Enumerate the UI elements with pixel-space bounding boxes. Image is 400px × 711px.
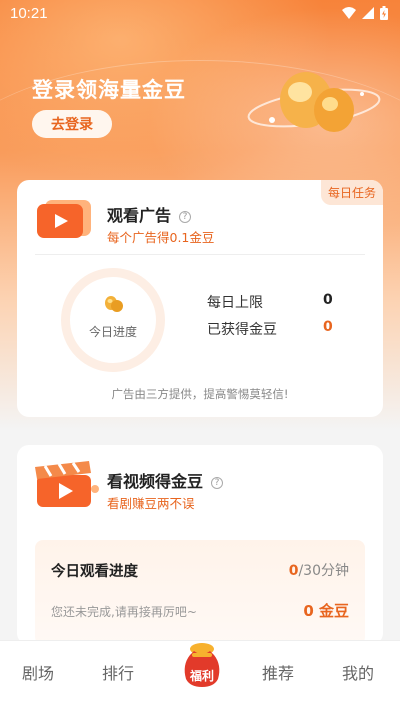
daily-limit-value: 0 bbox=[323, 292, 333, 308]
watch-ad-card: 每日任务 观看广告? 每个广告得0.1金豆 今日进度 每日上限 0 已获得金豆 … bbox=[17, 180, 383, 417]
ad-disclaimer: 广告由三方提供，提高警惕莫轻信! bbox=[111, 387, 289, 401]
gold-bean-icon bbox=[247, 72, 381, 132]
video-card-title: 看视频得金豆 bbox=[107, 472, 204, 491]
tab-ranking[interactable]: 排行 bbox=[102, 660, 134, 684]
help-icon[interactable]: ? bbox=[179, 210, 192, 223]
watch-progress-box: 今日观看进度 0/30分钟 您还未完成,请再接再厉吧~ 0 金豆 bbox=[35, 540, 365, 645]
video-clapper-icon bbox=[35, 461, 99, 507]
ad-card-title: 观看广告 bbox=[107, 206, 172, 225]
tab-welfare-label: 福利 bbox=[189, 669, 214, 683]
gold-bean-icon bbox=[105, 296, 123, 312]
ad-card-subtitle: 每个广告得0.1金豆 bbox=[107, 230, 215, 245]
tab-welfare[interactable]: 福利 bbox=[180, 641, 224, 689]
watch-progress-title: 今日观看进度 bbox=[51, 564, 138, 580]
daily-limit-label: 每日上限 bbox=[207, 295, 263, 311]
divider bbox=[35, 254, 365, 255]
ad-play-icon bbox=[37, 200, 91, 238]
tab-mine[interactable]: 我的 bbox=[342, 660, 374, 684]
total-minutes: /30分钟 bbox=[298, 563, 349, 579]
watched-minutes: 0 bbox=[288, 563, 299, 579]
tab-theater[interactable]: 剧场 bbox=[22, 660, 54, 684]
bottom-tab-bar: 剧场 排行 福利 推荐 我的 bbox=[0, 640, 400, 711]
earned-beans-value: 0 bbox=[323, 319, 333, 335]
wifi-icon bbox=[342, 7, 356, 19]
today-progress-ring: 今日进度 bbox=[61, 268, 165, 372]
status-time: 10:21 bbox=[10, 5, 48, 22]
signal-icon bbox=[362, 7, 374, 19]
status-bar: 10:21 bbox=[0, 0, 400, 28]
watch-progress-count: 0/30分钟 bbox=[289, 560, 349, 580]
progress-label: 今日进度 bbox=[88, 325, 137, 339]
login-promo-title: 登录领海量金豆 bbox=[32, 78, 186, 102]
watch-beans-earned: 0 金豆 bbox=[303, 602, 349, 620]
daily-task-tag: 每日任务 bbox=[320, 180, 383, 205]
video-card-subtitle: 看剧赚豆两不误 bbox=[107, 496, 195, 511]
watch-video-card: 看视频得金豆? 看剧赚豆两不误 今日观看进度 0/30分钟 您还未完成,请再接再… bbox=[17, 445, 383, 645]
battery-icon bbox=[380, 6, 388, 20]
help-icon[interactable]: ? bbox=[211, 476, 224, 489]
watch-progress-hint: 您还未完成,请再接再厉吧~ bbox=[51, 605, 197, 619]
earned-beans-label: 已获得金豆 bbox=[207, 322, 277, 338]
login-button[interactable]: 去登录 bbox=[32, 110, 112, 138]
tab-recommend[interactable]: 推荐 bbox=[262, 660, 294, 684]
